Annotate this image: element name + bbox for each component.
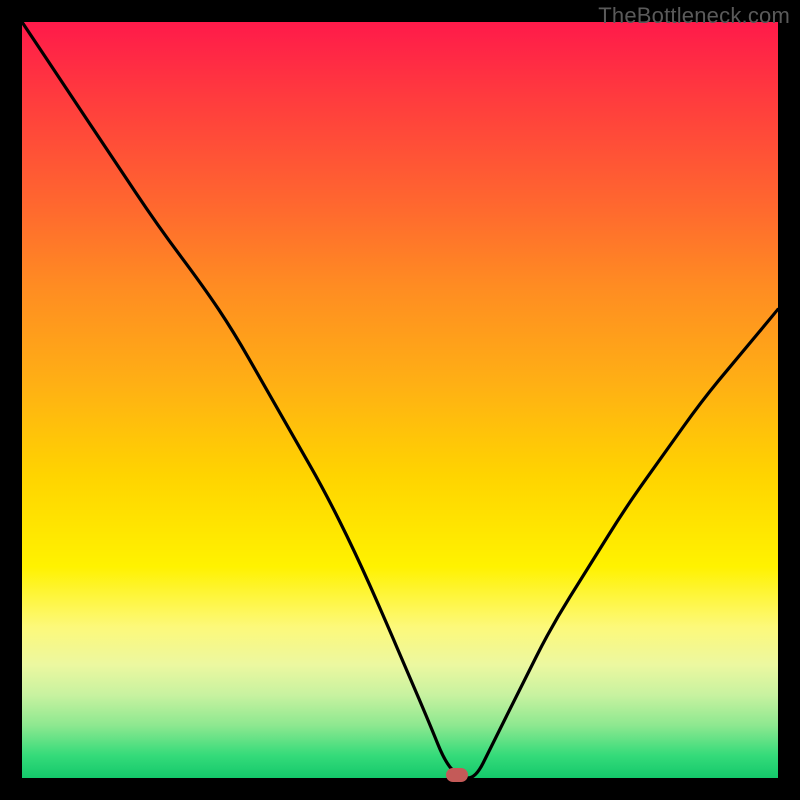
optimal-point-marker bbox=[446, 768, 468, 782]
bottleneck-curve bbox=[22, 22, 778, 778]
plot-area bbox=[22, 22, 778, 778]
watermark-text: TheBottleneck.com bbox=[598, 3, 790, 29]
chart-frame: TheBottleneck.com bbox=[0, 0, 800, 800]
